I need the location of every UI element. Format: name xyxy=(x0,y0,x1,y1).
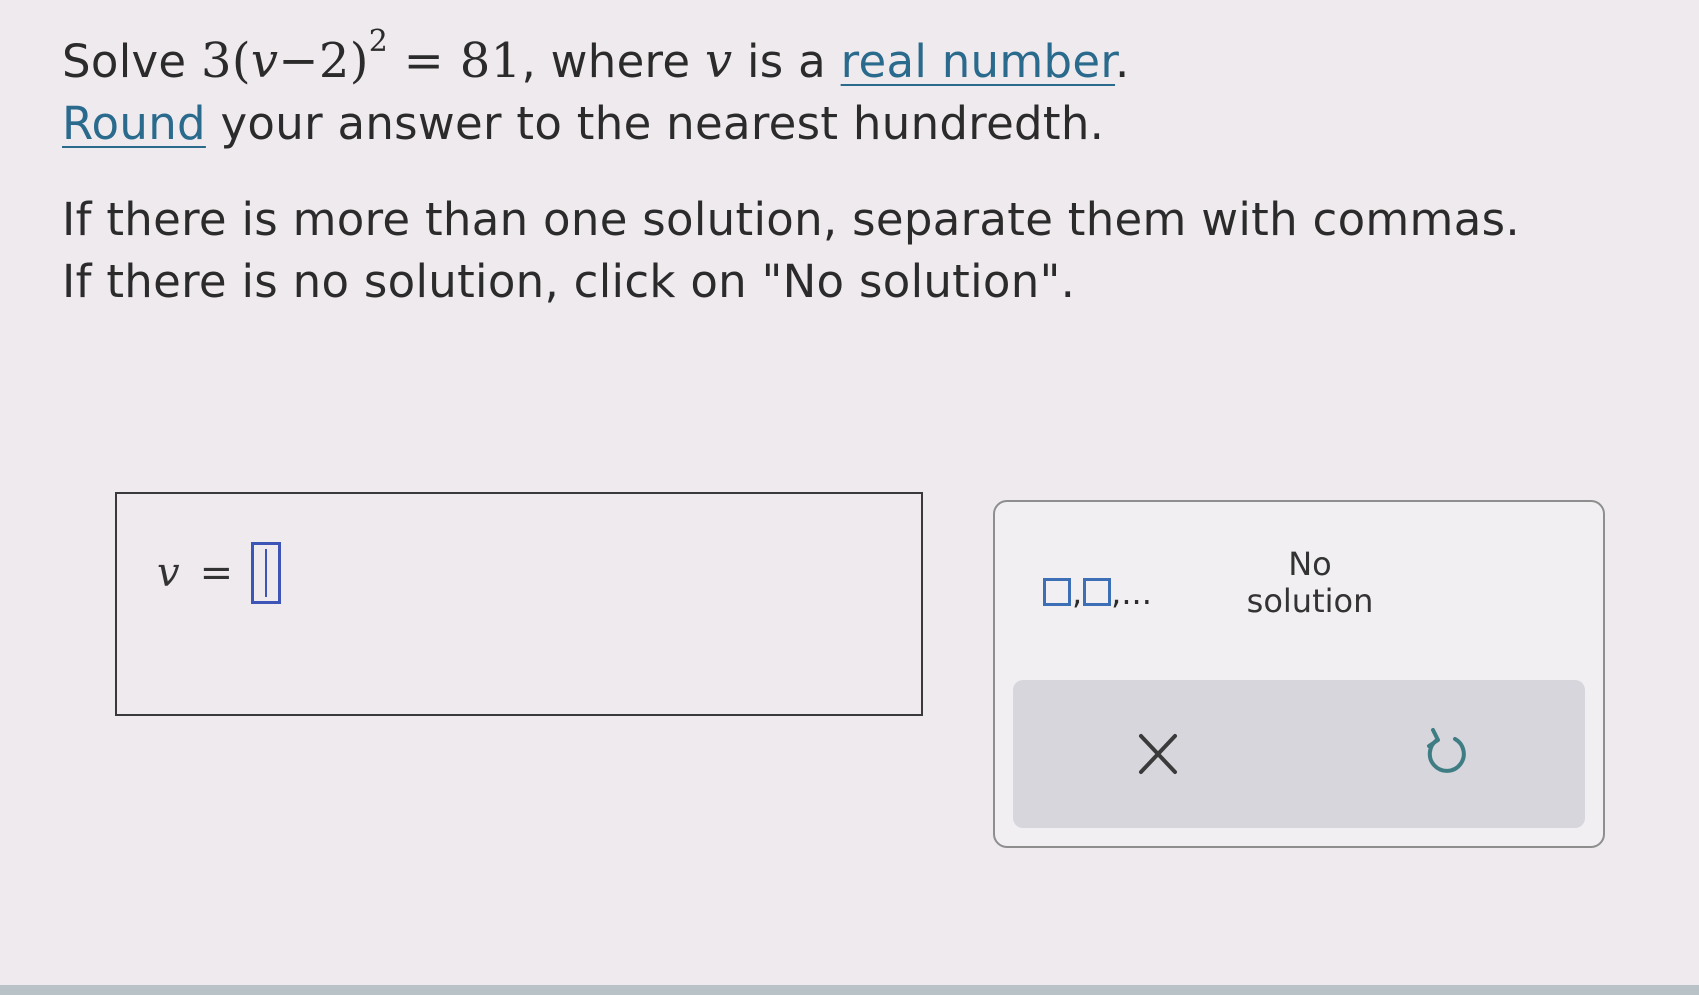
question-line-2: Round your answer to the nearest hundred… xyxy=(62,93,1622,155)
close-icon xyxy=(1139,734,1177,774)
multiple-answers-button[interactable]: , ,... xyxy=(1043,562,1173,612)
equation-coefficient: 3 xyxy=(201,33,232,89)
answer-equation: v = xyxy=(157,542,282,604)
question-is-a: is a xyxy=(732,35,841,88)
equation-variable: v xyxy=(250,33,279,89)
clear-button[interactable] xyxy=(1125,722,1191,788)
bottom-edge xyxy=(0,985,1699,995)
answer-variable: v xyxy=(157,550,180,596)
action-bar xyxy=(1013,680,1585,828)
round-instruction: your answer to the nearest hundredth. xyxy=(205,97,1105,150)
solve-word: Solve xyxy=(62,35,187,88)
equation-rhs: = 81 xyxy=(388,33,522,89)
answer-equals: = xyxy=(199,550,234,596)
multi-comma: , xyxy=(1072,574,1083,612)
question-variable-glyph: v xyxy=(704,33,733,89)
question-prompt: Solve 3(v−2)2 = 81, where v is a real nu… xyxy=(62,27,1622,313)
question-line-1: Solve 3(v−2)2 = 81, where v is a real nu… xyxy=(62,27,1622,93)
answer-keypad: , ,... No solution xyxy=(993,500,1605,848)
equation-close-paren: ) xyxy=(349,33,369,89)
multiple-solutions-instruction: If there is more than one solution, sepa… xyxy=(62,193,1520,246)
question-period: . xyxy=(1115,35,1130,88)
multi-ellipsis: ,... xyxy=(1111,574,1152,612)
undo-button[interactable] xyxy=(1413,720,1479,786)
equation-open-paren: ( xyxy=(231,33,251,89)
no-solution-label-line2: solution xyxy=(1246,582,1374,620)
answer-slot-icon xyxy=(1083,578,1112,606)
question-mid-text: , where xyxy=(521,35,705,88)
equation: 3(v−2)2 = 81 xyxy=(201,27,522,90)
no-solution-label-line1: No xyxy=(1288,545,1332,583)
equation-constant: 2 xyxy=(318,33,350,89)
equation-exponent: 2 xyxy=(368,24,389,59)
real-number-link[interactable]: real number xyxy=(841,35,1115,88)
round-link[interactable]: Round xyxy=(62,97,206,150)
answer-slot-icon xyxy=(1043,578,1071,606)
undo-icon xyxy=(1427,728,1466,773)
question-variable: v xyxy=(705,33,732,89)
answer-input[interactable] xyxy=(251,542,282,604)
no-solution-instruction: If there is no solution, click on "No so… xyxy=(62,255,1076,308)
answer-area: v = xyxy=(115,492,923,716)
no-solution-button[interactable]: No solution xyxy=(1210,546,1410,636)
equation-minus: − xyxy=(278,33,319,89)
